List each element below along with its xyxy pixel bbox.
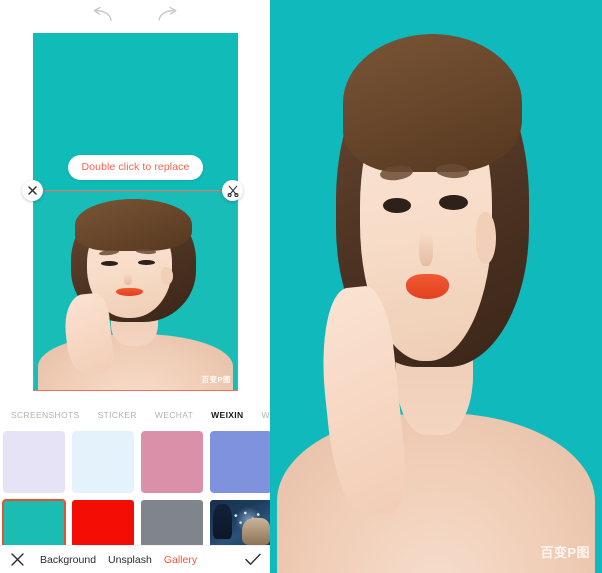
category-tab-strip[interactable]: SCREENSHOTS STICKER WECHAT WEIXIN WEIXIN — [0, 403, 270, 427]
edit-canvas[interactable]: Double click to replace 百变P图 — [33, 33, 238, 391]
bottom-tab-unsplash[interactable]: Unsplash — [102, 554, 158, 566]
swatch-periwinkle[interactable] — [210, 431, 270, 493]
background-swatch-grid[interactable] — [0, 428, 270, 545]
editor-topbar — [0, 0, 270, 30]
undo-arrow-icon[interactable] — [89, 4, 115, 26]
layer-portrait-image — [34, 191, 237, 390]
double-click-to-replace-hint[interactable]: Double click to replace — [67, 155, 204, 180]
close-x-icon[interactable] — [22, 180, 43, 201]
swatch-teal-selected[interactable] — [2, 499, 66, 545]
swatch-lavender[interactable] — [3, 431, 65, 493]
bottom-tab-gallery[interactable]: Gallery — [158, 554, 203, 566]
redo-arrow-icon[interactable] — [155, 4, 181, 26]
app-watermark: 百变P图 — [540, 545, 590, 560]
app-watermark: 百变P图 — [201, 375, 231, 384]
swatch-row-2 — [0, 499, 270, 545]
swatch-night-photo[interactable] — [210, 500, 270, 545]
tab-weixin-active[interactable]: WEIXIN — [202, 410, 252, 420]
editor-bottom-toolbar: Background Unsplash Gallery — [0, 545, 270, 573]
close-x-icon[interactable] — [0, 546, 34, 573]
scissors-icon[interactable] — [222, 180, 243, 201]
tab-wechat[interactable]: WECHAT — [146, 410, 202, 420]
selected-photo-layer[interactable]: 百变P图 — [33, 190, 238, 391]
editor-panel: Double click to replace 百变P图 SCREENSHOTS… — [0, 0, 270, 573]
swatch-rose-pink[interactable] — [141, 431, 203, 493]
tab-screenshots[interactable]: SCREENSHOTS — [2, 410, 89, 420]
swatch-slate-gray[interactable] — [141, 500, 203, 545]
swatch-ice-blue[interactable] — [72, 431, 134, 493]
result-preview-panel: 百变P图 — [270, 0, 602, 573]
result-portrait-image — [270, 0, 602, 573]
check-icon[interactable] — [236, 546, 270, 573]
bottom-tab-background[interactable]: Background — [34, 554, 102, 566]
tab-weixin-2[interactable]: WEIXIN — [253, 410, 271, 420]
swatch-red[interactable] — [72, 500, 134, 545]
app-root: Double click to replace 百变P图 SCREENSHOTS… — [0, 0, 602, 573]
swatch-row-1 — [0, 431, 270, 493]
tab-sticker[interactable]: STICKER — [89, 410, 146, 420]
